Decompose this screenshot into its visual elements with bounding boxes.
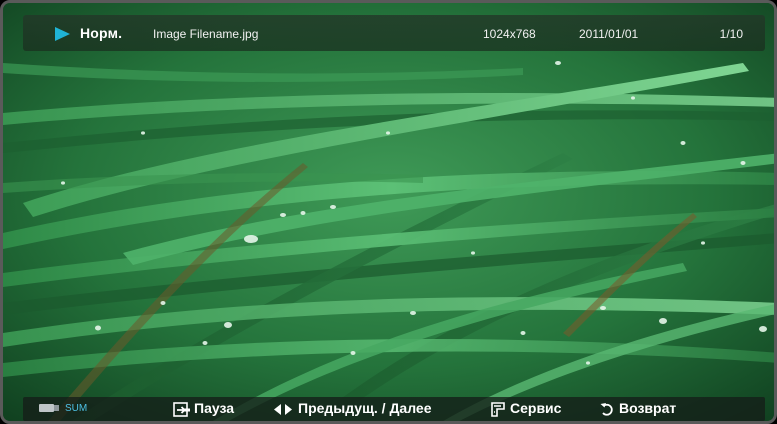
image-date: 2011/01/01: [579, 27, 639, 41]
help-bar: SUM Пауза Предыдущ. / Далее Сервис Возвр…: [23, 397, 765, 421]
pause-button[interactable]: Пауза: [173, 400, 281, 420]
pause-label: Пауза: [194, 400, 235, 416]
usb-icon: [39, 404, 59, 412]
grass-photo: [3, 3, 774, 421]
info-bar: Норм. Image Filename.jpg 1024x768 2011/0…: [23, 15, 765, 51]
return-label: Возврат: [619, 400, 677, 416]
tv-screen: Норм. Image Filename.jpg 1024x768 2011/0…: [0, 0, 777, 424]
left-right-icon: [274, 404, 292, 415]
image-resolution: 1024x768: [483, 27, 536, 41]
display-mode-label: Норм.: [80, 25, 123, 41]
return-icon: [600, 403, 613, 416]
return-button[interactable]: Возврат: [600, 400, 710, 420]
page-counter: 1/10: [719, 27, 743, 41]
prev-next-button[interactable]: Предыдущ. / Далее: [273, 400, 473, 420]
file-name: Image Filename.jpg: [153, 27, 259, 41]
prev-next-label: Предыдущ. / Далее: [298, 400, 432, 416]
play-icon: [55, 27, 70, 41]
source-label: SUM: [65, 403, 88, 414]
tools-button[interactable]: Сервис: [489, 400, 579, 420]
tools-label: Сервис: [510, 400, 562, 416]
enter-icon: [173, 402, 190, 417]
tools-icon: [491, 402, 505, 417]
